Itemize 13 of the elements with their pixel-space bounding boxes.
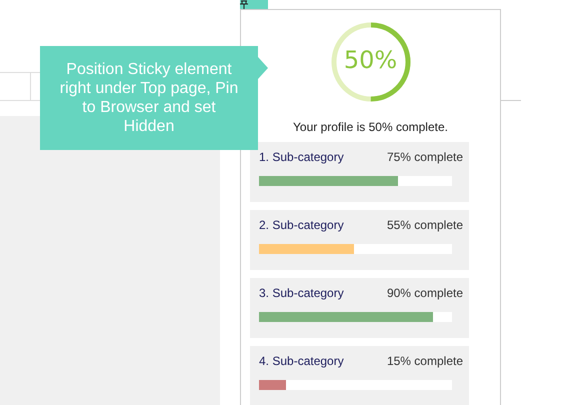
tooltip: Position Sticky element right under Top page, Pin to Browser and set Hidden [40,46,258,150]
category-status: 15% complete [386,354,463,368]
tooltip-pointer [258,57,268,79]
category-name: 1. Sub-category [259,150,344,164]
category-status: 90% complete [386,286,463,300]
percent-label: 50% [342,46,398,74]
pin-icon[interactable] [240,0,248,9]
profile-summary: Your profile is 50% complete. [293,120,448,134]
category-status: 75% complete [386,150,463,164]
category-name: 4. Sub-category [259,354,344,368]
category-status: 55% complete [386,218,463,232]
category-name: 2. Sub-category [259,218,344,232]
category-name: 3. Sub-category [259,286,344,300]
